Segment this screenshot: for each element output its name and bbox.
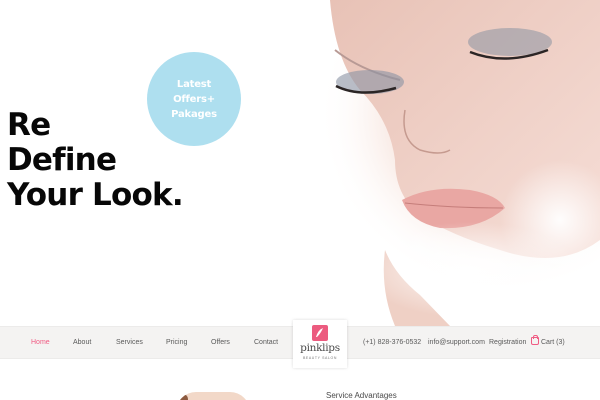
- shopping-bag-icon: [531, 335, 539, 345]
- nav-services-link[interactable]: Services: [116, 327, 143, 360]
- promo-line-2: Offers+: [173, 93, 215, 105]
- service-thumbnail-image: [176, 392, 250, 400]
- brand-logo[interactable]: pinklips BEAUTY SALON: [293, 320, 347, 368]
- email-link[interactable]: info@support.com: [428, 327, 485, 360]
- headline-line-3: Your Look.: [7, 177, 184, 213]
- registration-link[interactable]: Registration: [489, 327, 526, 360]
- offers-promo-button[interactable]: Latest Offers+ Pakages: [147, 52, 241, 146]
- phone-number-link[interactable]: (+1) 828-376-0532: [363, 327, 421, 360]
- section-title: Service Advantages: [326, 391, 397, 400]
- page: Re Define Your Look. Latest Offers+ Paka…: [0, 0, 600, 400]
- cart-link[interactable]: Cart (3): [531, 327, 565, 360]
- promo-line-1: Latest: [176, 78, 212, 90]
- nav-offers-link[interactable]: Offers: [211, 327, 230, 360]
- cart-label: Cart (3): [541, 339, 565, 346]
- headline-line-2: Define: [7, 142, 117, 178]
- nav-home-link[interactable]: Home: [31, 327, 50, 360]
- nav-about-link[interactable]: About: [73, 327, 91, 360]
- lips-logo-icon: [312, 325, 328, 341]
- nav-pricing-link[interactable]: Pricing: [166, 327, 187, 360]
- hero-banner: Re Define Your Look. Latest Offers+ Paka…: [0, 0, 600, 326]
- nav-contact-link[interactable]: Contact: [254, 327, 278, 360]
- promo-line-3: Pakages: [171, 108, 217, 120]
- logo-name: pinklips: [300, 342, 340, 354]
- promo-text: Latest Offers+ Pakages: [164, 77, 224, 122]
- logo-tagline: BEAUTY SALON: [303, 356, 337, 360]
